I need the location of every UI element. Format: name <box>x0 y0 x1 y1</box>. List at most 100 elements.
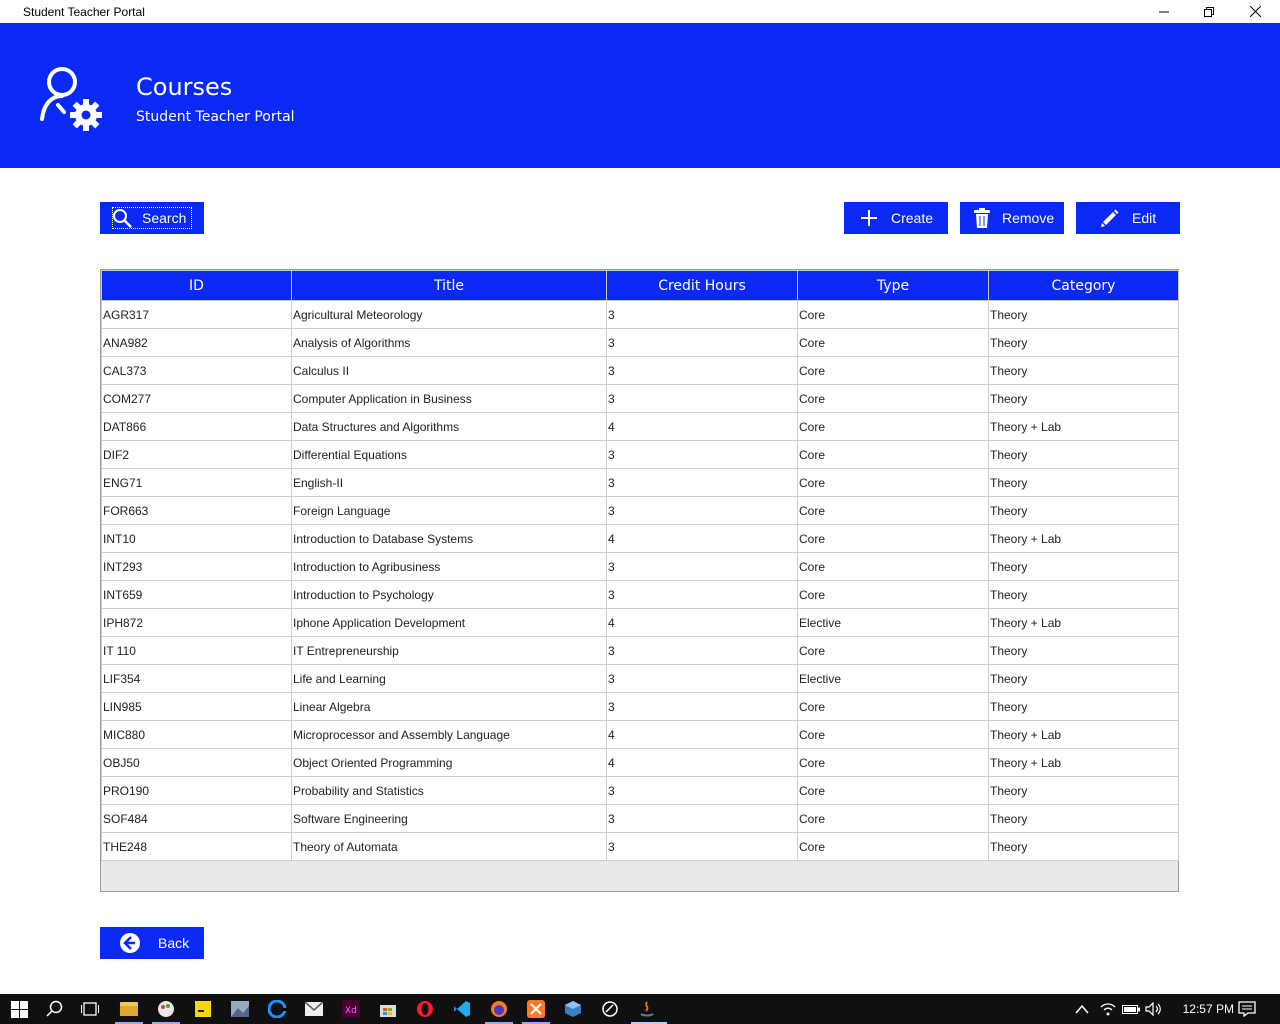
xampp-icon[interactable] <box>525 998 547 1020</box>
cell-category[interactable]: Theory <box>988 440 1179 469</box>
cell-id[interactable]: OBJ50 <box>101 748 292 777</box>
cell-id[interactable]: ANA982 <box>101 328 292 357</box>
cell-credit-hours[interactable]: 4 <box>606 748 798 777</box>
cell-type[interactable]: Core <box>797 496 989 525</box>
file-explorer-icon[interactable] <box>118 998 140 1020</box>
cell-category[interactable]: Theory <box>988 832 1179 861</box>
cell-category[interactable]: Theory + Lab <box>988 608 1179 637</box>
create-button[interactable]: Create <box>844 202 948 234</box>
cell-type[interactable]: Core <box>797 552 989 581</box>
cell-id[interactable]: FOR663 <box>101 496 292 525</box>
table-row[interactable]: DAT866 Data Structures and Algorithms 4 Cor… <box>101 412 1179 441</box>
cell-id[interactable]: DIF2 <box>101 440 292 469</box>
table-row[interactable]: FOR663 Foreign Language 3 Core Theory <box>101 496 1179 525</box>
cell-type[interactable]: Core <box>797 748 989 777</box>
notifications-icon[interactable] <box>1236 998 1258 1020</box>
cell-category[interactable]: Theory <box>988 300 1179 329</box>
cell-id[interactable]: INT10 <box>101 524 292 553</box>
cell-title[interactable]: Object Oriented Programming <box>291 748 607 777</box>
cell-id[interactable]: ENG71 <box>101 468 292 497</box>
cell-type[interactable]: Core <box>797 776 989 805</box>
cell-credit-hours[interactable]: 4 <box>606 524 798 553</box>
cell-id[interactable]: PRO190 <box>101 776 292 805</box>
cell-type[interactable]: Core <box>797 384 989 413</box>
cell-credit-hours[interactable]: 3 <box>606 580 798 609</box>
cell-credit-hours[interactable]: 3 <box>606 300 798 329</box>
cell-credit-hours[interactable]: 3 <box>606 468 798 497</box>
cell-category[interactable]: Theory + Lab <box>988 524 1179 553</box>
cell-category[interactable]: Theory <box>988 804 1179 833</box>
cell-type[interactable]: Core <box>797 412 989 441</box>
cell-type[interactable]: Core <box>797 832 989 861</box>
table-row[interactable]: IPH872 Iphone Application Development 4 Ele… <box>101 608 1179 637</box>
cell-id[interactable]: INT293 <box>101 552 292 581</box>
cell-type[interactable]: Core <box>797 356 989 385</box>
photos-icon[interactable] <box>229 998 251 1020</box>
cell-category[interactable]: Theory <box>988 692 1179 721</box>
cell-id[interactable]: MIC880 <box>101 720 292 749</box>
search-button[interactable]: Search <box>100 202 204 234</box>
cell-title[interactable]: Linear Algebra <box>291 692 607 721</box>
column-header-category[interactable]: Category <box>988 270 1179 301</box>
table-row[interactable]: ENG71 English-II 3 Core Theory <box>101 468 1179 497</box>
cell-type[interactable]: Core <box>797 440 989 469</box>
taskbar-search-icon[interactable] <box>44 998 66 1020</box>
cell-title[interactable]: Introduction to Psychology <box>291 580 607 609</box>
cell-title[interactable]: English-II <box>291 468 607 497</box>
cell-credit-hours[interactable]: 4 <box>606 608 798 637</box>
cell-title[interactable]: IT Entrepreneurship <box>291 636 607 665</box>
cell-title[interactable]: Analysis of Algorithms <box>291 328 607 357</box>
table-row[interactable]: INT659 Introduction to Psychology 3 Core The… <box>101 580 1179 609</box>
cell-credit-hours[interactable]: 3 <box>606 384 798 413</box>
cell-title[interactable]: Agricultural Meteorology <box>291 300 607 329</box>
cell-id[interactable]: IT 110 <box>101 636 292 665</box>
battery-icon[interactable] <box>1120 998 1142 1020</box>
cell-credit-hours[interactable]: 4 <box>606 720 798 749</box>
cell-credit-hours[interactable]: 3 <box>606 664 798 693</box>
cell-category[interactable]: Theory <box>988 384 1179 413</box>
cell-title[interactable]: Foreign Language <box>291 496 607 525</box>
paint-icon[interactable] <box>155 998 177 1020</box>
cell-title[interactable]: Introduction to Agribusiness <box>291 552 607 581</box>
mail-icon[interactable] <box>303 998 325 1020</box>
cell-id[interactable]: CAL373 <box>101 356 292 385</box>
vscode-icon[interactable] <box>451 998 473 1020</box>
cell-category[interactable]: Theory + Lab <box>988 720 1179 749</box>
cell-credit-hours[interactable]: 3 <box>606 496 798 525</box>
column-header-credit-hours[interactable]: Credit Hours <box>606 270 798 301</box>
column-header-title[interactable]: Title <box>291 270 607 301</box>
volume-icon[interactable] <box>1143 998 1165 1020</box>
cell-title[interactable]: Microprocessor and Assembly Language <box>291 720 607 749</box>
cell-credit-hours[interactable]: 3 <box>606 776 798 805</box>
wifi-icon[interactable] <box>1097 998 1119 1020</box>
cell-id[interactable]: IPH872 <box>101 608 292 637</box>
table-row[interactable]: THE248 Theory of Automata 3 Core Theory <box>101 832 1179 861</box>
column-header-id[interactable]: ID <box>101 270 292 301</box>
cell-type[interactable]: Elective <box>797 664 989 693</box>
cell-category[interactable]: Theory <box>988 776 1179 805</box>
cell-id[interactable]: COM277 <box>101 384 292 413</box>
cell-category[interactable]: Theory + Lab <box>988 748 1179 777</box>
firefox-icon[interactable] <box>488 998 510 1020</box>
sticky-notes-icon[interactable] <box>192 998 214 1020</box>
cell-id[interactable]: AGR317 <box>101 300 292 329</box>
cell-credit-hours[interactable]: 3 <box>606 636 798 665</box>
task-view-icon[interactable] <box>79 998 101 1020</box>
cell-title[interactable]: Introduction to Database Systems <box>291 524 607 553</box>
table-row[interactable]: ANA982 Analysis of Algorithms 3 Core Theory <box>101 328 1179 357</box>
cell-title[interactable]: Iphone Application Development <box>291 608 607 637</box>
cell-type[interactable]: Core <box>797 300 989 329</box>
cell-category[interactable]: Theory <box>988 356 1179 385</box>
cell-credit-hours[interactable]: 3 <box>606 440 798 469</box>
table-row[interactable]: MIC880 Microprocessor and Assembly Langua… <box>101 720 1179 749</box>
cell-type[interactable]: Core <box>797 636 989 665</box>
edge-browser-icon[interactable] <box>266 998 288 1020</box>
cell-category[interactable]: Theory <box>988 580 1179 609</box>
cell-type[interactable]: Core <box>797 468 989 497</box>
cell-credit-hours[interactable]: 3 <box>606 692 798 721</box>
cell-type[interactable]: Elective <box>797 608 989 637</box>
cell-category[interactable]: Theory <box>988 636 1179 665</box>
cell-title[interactable]: Theory of Automata <box>291 832 607 861</box>
windows-start-icon[interactable] <box>8 998 30 1020</box>
cell-title[interactable]: Probability and Statistics <box>291 776 607 805</box>
